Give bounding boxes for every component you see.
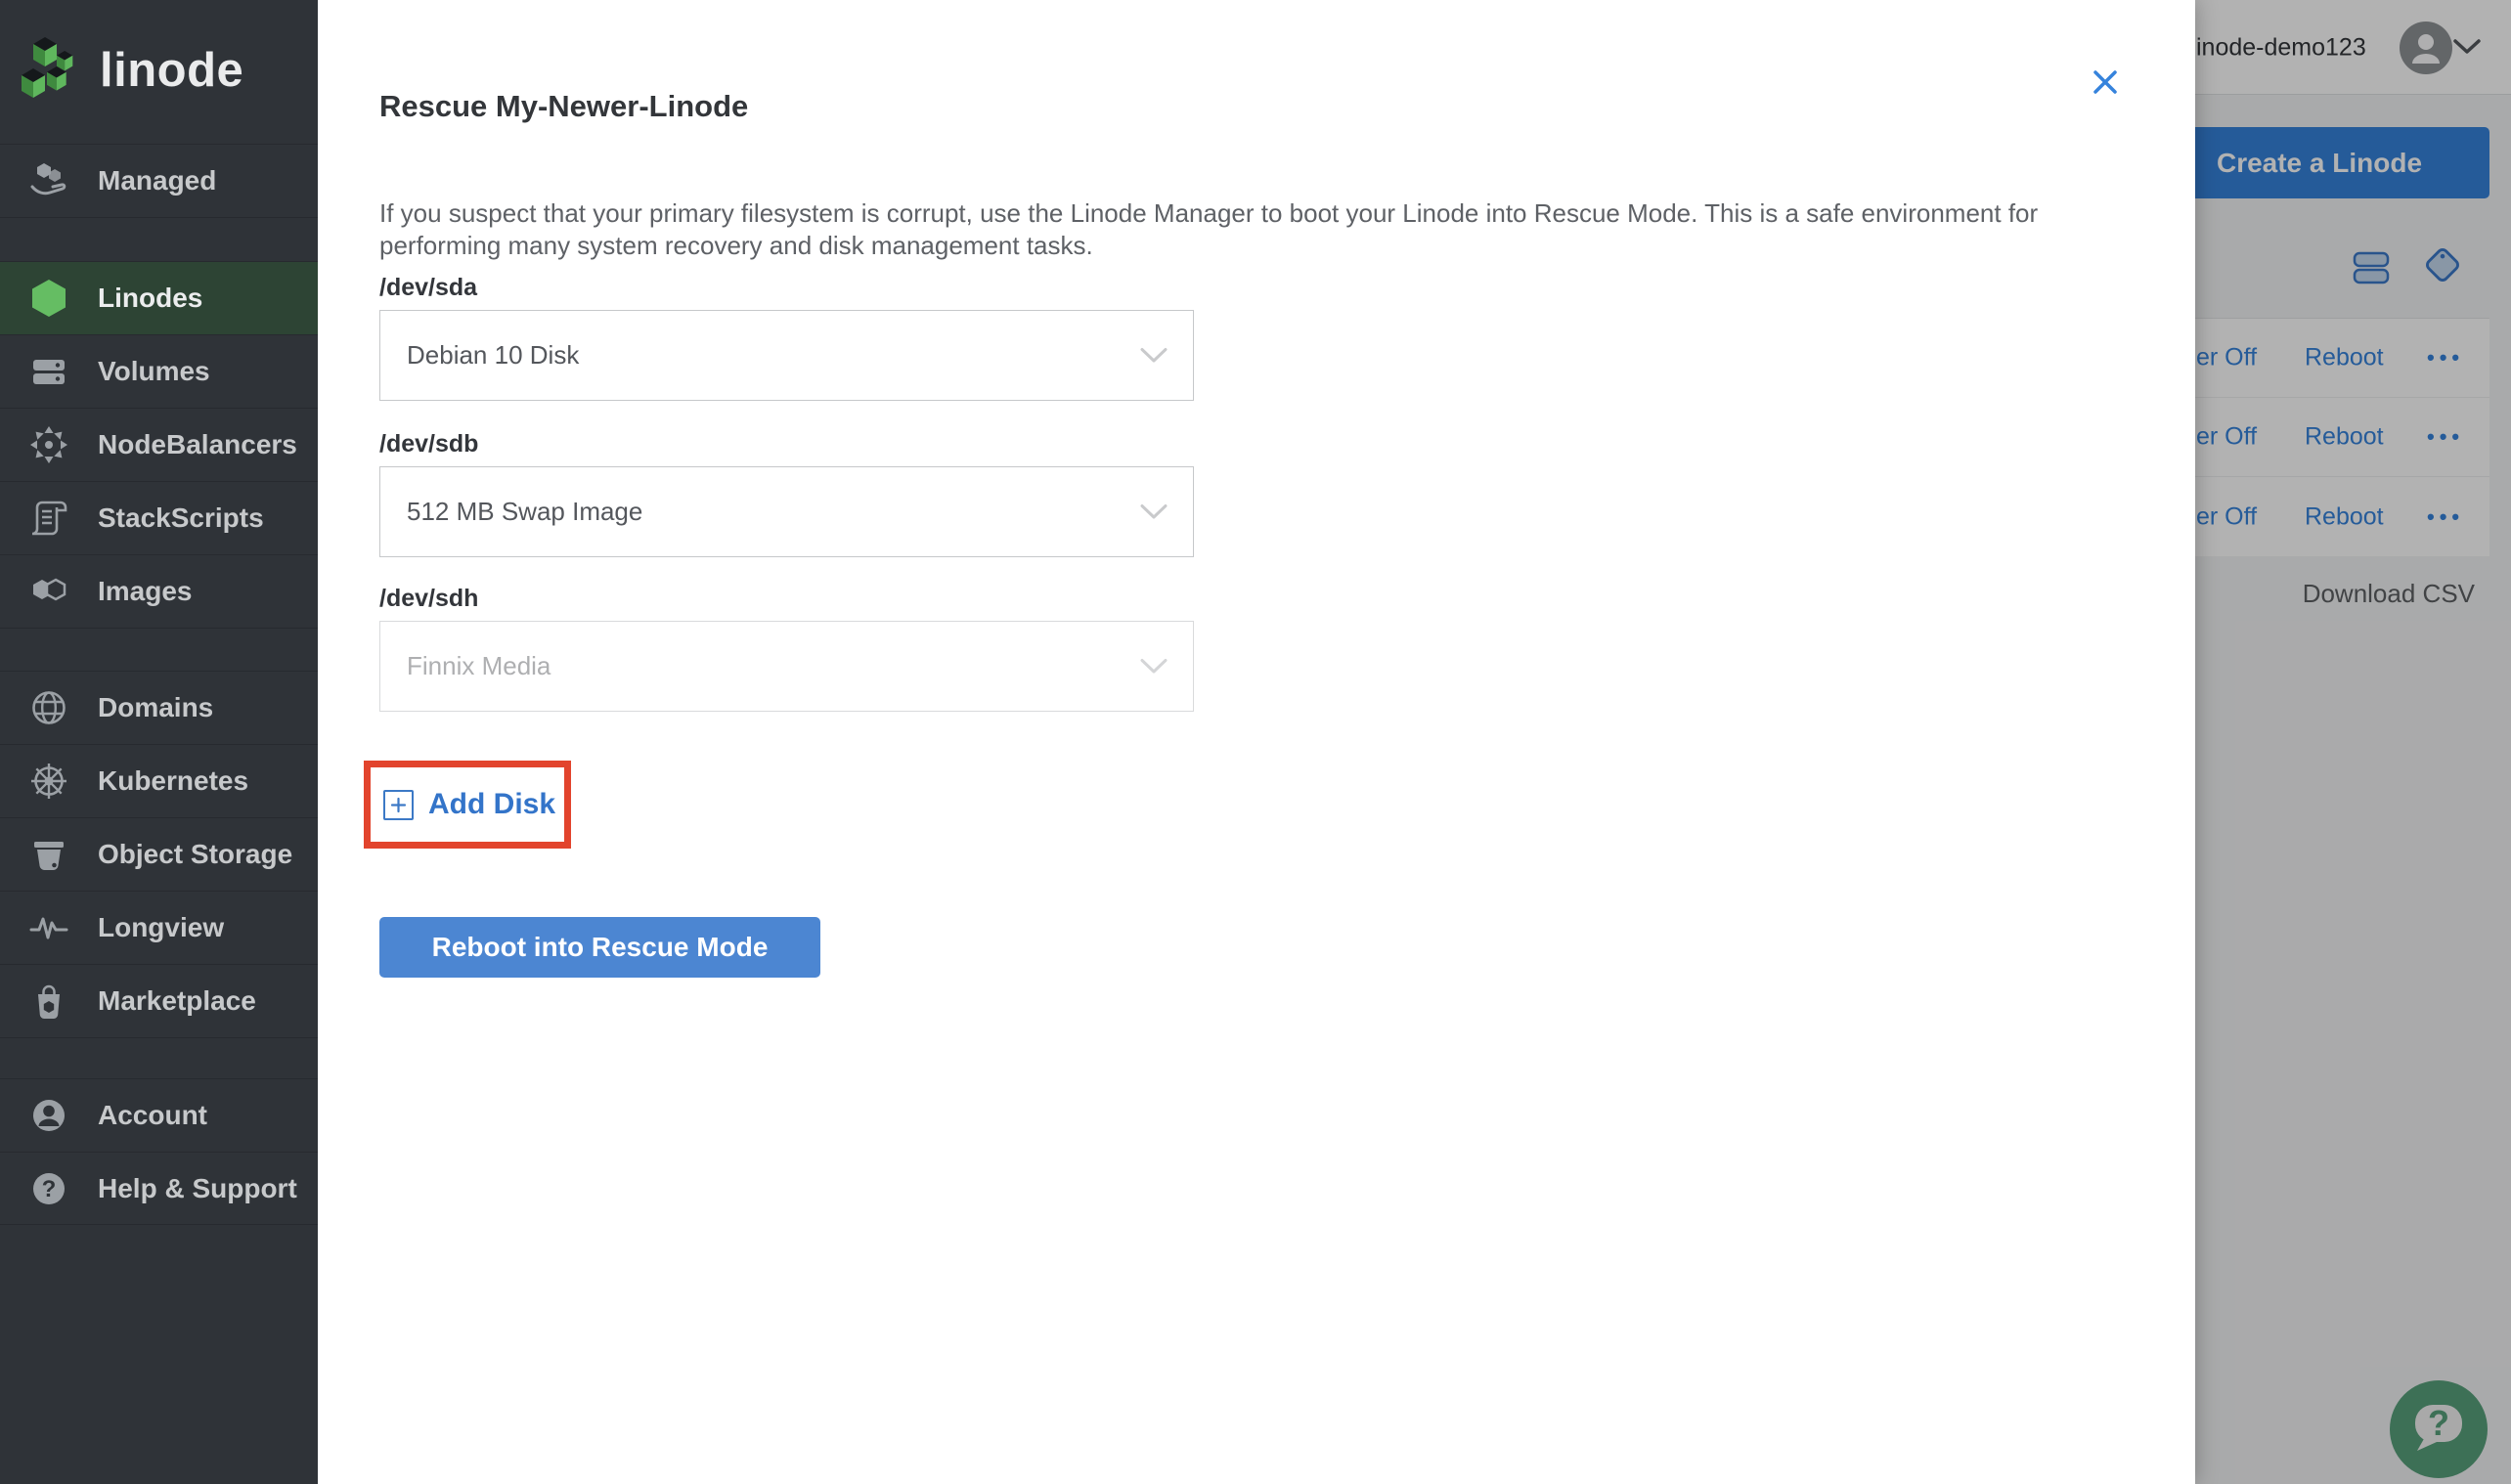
logo-wordmark: linode <box>100 43 244 97</box>
ship-wheel-icon <box>27 760 70 803</box>
stackscripts-icon <box>27 497 70 540</box>
select-sdb-value: 512 MB Swap Image <box>407 497 643 526</box>
sidebar-item-label: NodeBalancers <box>98 429 297 459</box>
sidebar-item-label: Domains <box>98 692 214 722</box>
modal-title: Rescue My-Newer-Linode <box>379 88 749 123</box>
svg-text:?: ? <box>42 1176 57 1202</box>
sidebar-item-label: Help & Support <box>98 1172 297 1203</box>
sidebar-item-label: Longview <box>98 912 225 942</box>
chevron-down-icon <box>1140 651 1167 681</box>
field-label-sdb: /dev/sdb <box>379 430 479 458</box>
rescue-modal: Rescue My-Newer-Linode If you suspect th… <box>318 0 2195 1484</box>
sidebar-item-longview[interactable]: Longview <box>0 891 318 964</box>
sidebar-item-label: Kubernetes <box>98 765 249 796</box>
question-circle-icon: ? <box>27 1167 70 1210</box>
sidebar-item-marketplace[interactable]: Marketplace <box>0 964 318 1037</box>
reboot-rescue-mode-label: Reboot into Rescue Mode <box>431 932 769 962</box>
sidebar-item-domains[interactable]: Domains <box>0 671 318 744</box>
close-icon <box>2093 70 2117 94</box>
sidebar-item-linodes[interactable]: Linodes <box>0 261 318 334</box>
managed-icon <box>27 159 70 202</box>
sidebar-item-stackscripts[interactable]: StackScripts <box>0 481 318 554</box>
sidebar-group-gap <box>0 628 318 671</box>
sidebar-item-kubernetes[interactable]: Kubernetes <box>0 744 318 817</box>
account-icon <box>27 1094 70 1137</box>
sidebar-item-object-storage[interactable]: Object Storage <box>0 817 318 891</box>
annotation-highlight-rectangle: Add Disk <box>364 761 571 849</box>
modal-description: If you suspect that your primary filesys… <box>379 198 2039 260</box>
globe-icon <box>27 686 70 729</box>
sidebar-item-account[interactable]: Account <box>0 1078 318 1152</box>
chevron-down-icon <box>1140 497 1167 527</box>
sidebar-item-label: Marketplace <box>98 985 256 1016</box>
sidebar-item-help-support[interactable]: ? Help & Support <box>0 1152 318 1225</box>
field-label-sdh: /dev/sdh <box>379 585 479 612</box>
sidebar-item-label: StackScripts <box>98 502 264 533</box>
linode-cubes-icon <box>22 36 73 98</box>
sidebar-item-label: Linodes <box>98 283 203 313</box>
linode-logo[interactable]: linode <box>0 0 318 144</box>
sidebar-group-gap <box>0 1037 318 1078</box>
plus-square-icon <box>383 789 414 820</box>
add-disk-label: Add Disk <box>428 788 556 820</box>
reboot-rescue-mode-button[interactable]: Reboot into Rescue Mode <box>379 917 820 978</box>
nodebalancers-icon <box>27 423 70 466</box>
sidebar-item-label: Object Storage <box>98 839 293 869</box>
bucket-icon <box>27 833 70 876</box>
close-button[interactable] <box>2084 61 2127 104</box>
sidebar-item-managed[interactable]: Managed <box>0 144 318 217</box>
select-sdh-value: Finnix Media <box>407 651 551 680</box>
sidebar-item-label: Account <box>98 1100 207 1130</box>
sidebar: linode Managed Linodes Volumes NodeBalan… <box>0 0 318 1484</box>
sidebar-item-nodebalancers[interactable]: NodeBalancers <box>0 408 318 481</box>
chevron-down-icon <box>1140 340 1167 371</box>
sidebar-item-volumes[interactable]: Volumes <box>0 334 318 408</box>
select-sda[interactable]: Debian 10 Disk <box>379 310 1194 401</box>
select-sdb[interactable]: 512 MB Swap Image <box>379 466 1194 557</box>
shopping-bag-icon <box>27 980 70 1023</box>
sidebar-item-label: Managed <box>98 165 217 196</box>
sidebar-item-label: Images <box>98 576 193 606</box>
sidebar-item-images[interactable]: Images <box>0 554 318 628</box>
field-label-sda: /dev/sda <box>379 274 478 301</box>
linode-hexagon-icon <box>27 277 70 320</box>
volumes-icon <box>27 350 70 393</box>
pulse-icon <box>27 906 70 949</box>
screen: inode-demo123 Create a Linode er Off Reb… <box>0 0 2511 1484</box>
select-sdh[interactable]: Finnix Media <box>379 621 1194 712</box>
sidebar-item-label: Volumes <box>98 356 210 386</box>
select-sda-value: Debian 10 Disk <box>407 340 580 370</box>
images-icon <box>27 570 70 613</box>
sidebar-group-gap <box>0 217 318 261</box>
add-disk-button[interactable]: Add Disk <box>383 788 555 821</box>
